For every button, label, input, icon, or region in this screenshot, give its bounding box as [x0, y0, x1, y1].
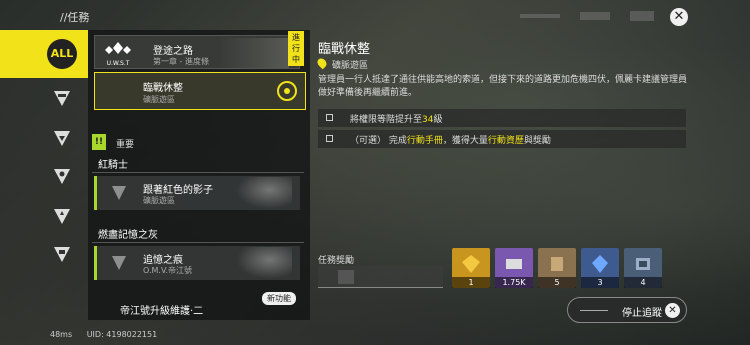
selected-quest-subtitle: 礦脈遊區 [143, 95, 175, 104]
rewards-bar [318, 266, 443, 288]
selected-quest-title: 臨戰休整 [143, 83, 183, 94]
close-icon[interactable]: ✕ [670, 8, 688, 26]
chapter-title: 登途之路 [153, 46, 193, 57]
reward-amount: 5 [538, 277, 576, 288]
divider [92, 242, 304, 243]
quest-item[interactable]: 追憶之痕 O.M.V.帝江號 [94, 246, 300, 280]
quest-subtitle: O.M.V.帝江號 [143, 266, 192, 275]
blue-crystal-icon [592, 255, 608, 273]
category-icon-4[interactable] [52, 206, 72, 226]
quest-card-chapter[interactable]: U.W.S.T 登途之路 第一章 - 進度條 進行中 [94, 31, 304, 69]
location-pin-icon [315, 56, 329, 70]
quest-list-panel: U.W.S.T 登途之路 第一章 - 進度條 進行中 臨戰休整 礦脈遊區 !! … [88, 30, 310, 320]
reward-amount: 1.75K [495, 277, 533, 288]
section-label: 重要 [116, 140, 135, 150]
category-icon-1[interactable] [52, 88, 72, 108]
quest-type-icon [112, 186, 126, 200]
group-title: 紅騎士 [98, 160, 128, 171]
chapter-subtitle: 第一章 - 進度條 [153, 57, 209, 66]
category-rail: ALL [0, 30, 88, 320]
tracking-target-icon [277, 81, 297, 101]
divider [92, 172, 304, 173]
requirement-text: 將權限等階提升至34級 [350, 115, 443, 125]
quest-card-selected[interactable]: 臨戰休整 礦脈遊區 [94, 72, 306, 110]
detail-location: 礦脈遊區 [315, 56, 369, 71]
group-title: 燃盡記憶之灰 [98, 230, 158, 241]
reward-item[interactable]: 3 [581, 248, 619, 288]
requirement-item: （可選） 完成行動手冊，獲得大量行動資歷與獎勵 [318, 130, 686, 148]
uwst-logo-icon: U.W.S.T [105, 42, 131, 67]
section-important: !! 重要 [92, 134, 304, 152]
quest-title: 追憶之痕 [143, 255, 183, 266]
reward-item[interactable]: 1.75K [495, 248, 533, 288]
checkbox-icon [326, 114, 333, 121]
user-id: UID: 4198022151 [86, 330, 158, 339]
reward-item[interactable]: 1 [452, 248, 490, 288]
box-icon [338, 270, 354, 284]
reward-amount: 3 [581, 277, 619, 288]
close-icon[interactable]: ✕ [665, 303, 680, 318]
all-label: ALL [47, 39, 77, 69]
new-feature-badge: 新功能 [262, 292, 296, 305]
category-all-tab[interactable]: ALL [0, 30, 88, 78]
rewards-label: 任務獎勵 [318, 256, 355, 266]
important-icon: !! [92, 134, 106, 150]
reward-item[interactable]: 5 [538, 248, 576, 288]
detail-description: 管理員一行人抵達了通往供能高地的索道，但接下來的道路更加危機四伏，佩麗卡建議管理… [318, 75, 688, 98]
quest-type-icon [112, 256, 126, 270]
stop-tracking-button[interactable]: 停止追蹤 ✕ [567, 297, 687, 323]
category-icon-2[interactable] [52, 128, 72, 148]
svg-text:U.W.S.T: U.W.S.T [107, 60, 130, 67]
device-icon [636, 258, 650, 270]
in-progress-badge: 進行中 [288, 31, 304, 66]
reward-amount: 1 [452, 277, 490, 288]
decoration-icon [520, 11, 654, 21]
reward-amount: 4 [624, 277, 662, 288]
group-title: 帝江號升級維護·二 [120, 306, 204, 317]
ticket-icon [506, 259, 522, 269]
material-icon [551, 257, 563, 271]
character-portrait [236, 177, 292, 209]
checkbox-icon [326, 135, 333, 142]
divider [580, 310, 608, 311]
ping-indicator: 48ms [50, 330, 73, 339]
gold-crystal-icon [462, 255, 480, 273]
quest-item[interactable]: 跟著紅色的影子 礦脈遊區 [94, 176, 300, 210]
status-footer: 48ms UID: 4198022151 [50, 330, 169, 339]
page-title: //任務 [60, 11, 90, 24]
category-icon-3[interactable] [52, 166, 72, 186]
top-bar: //任務 ✕ [0, 0, 750, 32]
requirement-item: 將權限等階提升至34級 [318, 109, 686, 127]
quest-subtitle: 礦脈遊區 [143, 196, 175, 205]
category-icon-5[interactable] [52, 244, 72, 264]
location-text: 礦脈遊區 [332, 61, 369, 71]
detail-title: 臨戰休整 [318, 42, 371, 57]
quest-title: 跟著紅色的影子 [143, 185, 213, 196]
reward-item[interactable]: 4 [624, 248, 662, 288]
chapter-image [219, 38, 289, 68]
stop-tracking-label: 停止追蹤 [622, 308, 662, 319]
requirement-text: （可選） 完成行動手冊，獲得大量行動資歷與獎勵 [350, 136, 551, 146]
character-portrait [236, 247, 292, 279]
